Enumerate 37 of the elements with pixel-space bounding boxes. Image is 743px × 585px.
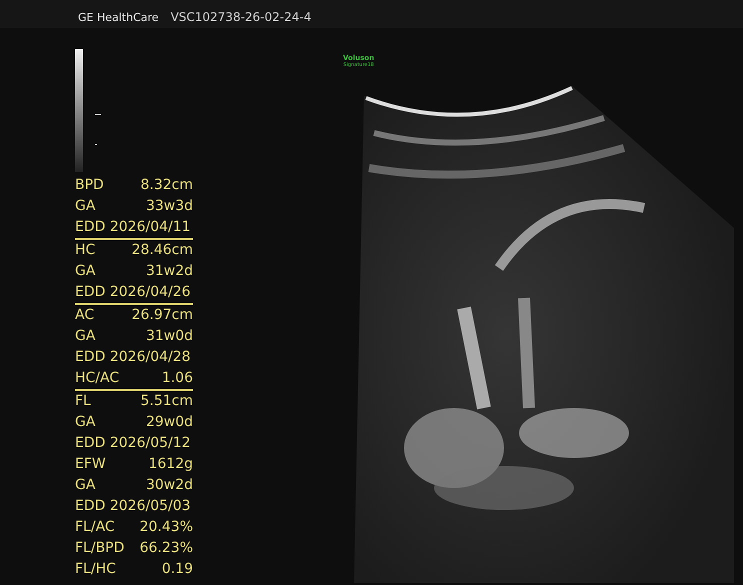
measurement-value: 28.46cm (132, 241, 193, 260)
scale-tick (95, 144, 97, 145)
measurement-value: 66.23% (140, 539, 193, 558)
measurement-value: 31w0d (146, 327, 193, 346)
measurement-label: FL/AC (75, 518, 115, 537)
measurement-value: 1.06 (162, 369, 193, 388)
due-date: EDD 2026/05/03 (75, 497, 191, 516)
brand-name: GE HealthCare (78, 11, 159, 24)
measurement-label: HC (75, 241, 96, 260)
due-date: EDD 2026/04/11 (75, 218, 191, 237)
measurement-label: FL/BPD (75, 539, 124, 558)
scale-tick (95, 114, 101, 115)
measurement-label: GA (75, 262, 96, 281)
measurement-label: EFW (75, 455, 106, 474)
measurement-value: 29w0d (146, 413, 193, 432)
measurement-label: GA (75, 327, 96, 346)
measurement-label: HC/AC (75, 369, 120, 388)
measurement-value: 5.51cm (140, 392, 193, 411)
measurement-value: 31w2d (146, 262, 193, 281)
measurement-label: GA (75, 413, 96, 432)
measurement-value: 8.32cm (140, 176, 193, 195)
measurement-value: 1612g (148, 455, 193, 474)
measurement-value: 30w2d (146, 476, 193, 495)
measurement-label: GA (75, 476, 96, 495)
measurement-value: 20.43% (140, 518, 193, 537)
measurement-value: 0.19 (162, 560, 193, 579)
measurement-label: FL (75, 392, 91, 411)
measurement-value: 26.97cm (132, 306, 193, 325)
due-date: EDD 2026/04/26 (75, 283, 191, 302)
measurement-value: 33w3d (146, 197, 193, 216)
measurement-label: GA (75, 197, 96, 216)
measurement-label: AC (75, 306, 94, 325)
measurement-label: FL/HC (75, 560, 116, 579)
due-date: EDD 2026/04/28 (75, 348, 191, 367)
exam-id: VSC102738-26-02-24-4 (170, 10, 312, 24)
measurement-label: BPD (75, 176, 104, 195)
due-date: EDD 2026/05/12 (75, 434, 191, 453)
